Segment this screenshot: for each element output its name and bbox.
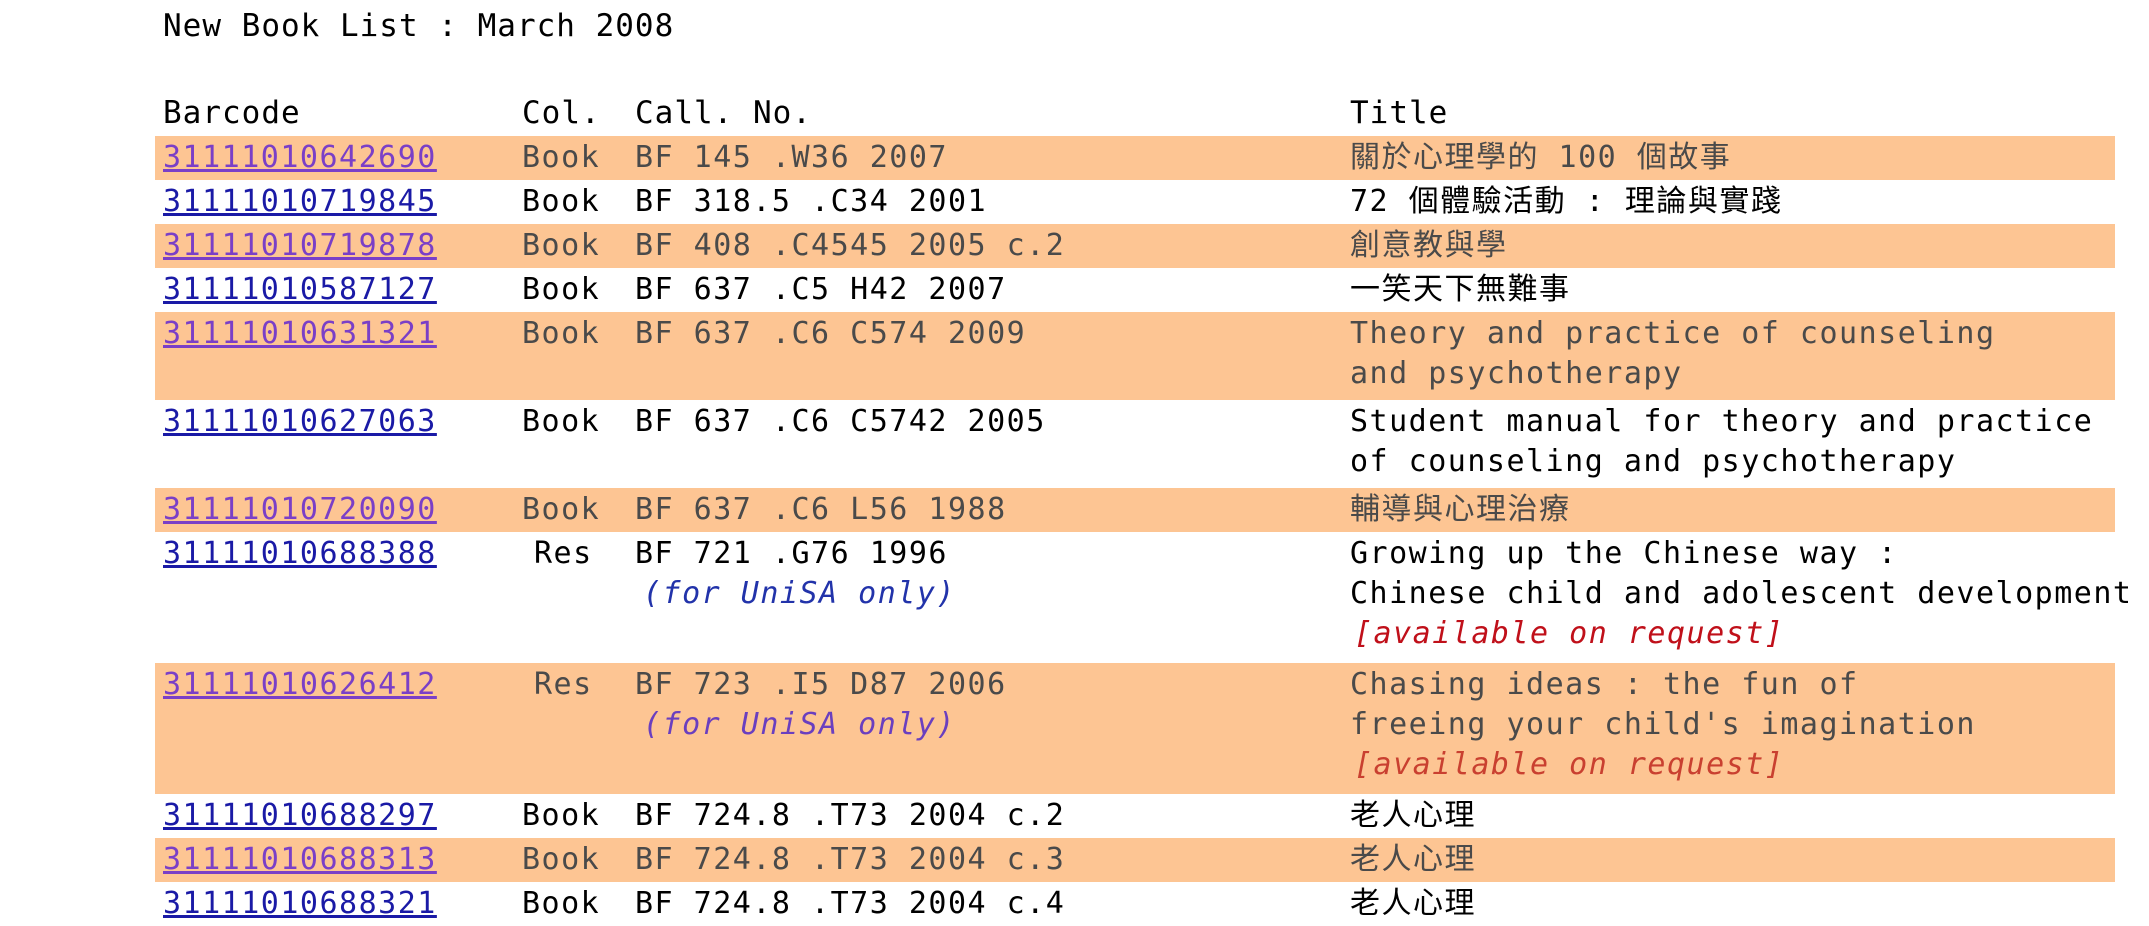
title-cell: 72 個體驗活動 : 理論與實踐 bbox=[1350, 182, 1782, 222]
table-header: Barcode Col. Call. No. Title bbox=[155, 92, 2115, 136]
collection-cell: Res bbox=[534, 536, 593, 571]
call-number-text: BF 721 .G76 1996 bbox=[635, 536, 948, 571]
barcode-link[interactable]: 31111010688297 bbox=[163, 798, 437, 833]
title-line: 輔導與心理治療 bbox=[1350, 492, 1571, 527]
available-on-request-note: [available on request] bbox=[1354, 747, 1785, 782]
header-collection: Col. bbox=[522, 95, 601, 131]
call-number-cell: BF 723 .I5 D87 2006 (for UniSA only) bbox=[635, 665, 1007, 745]
collection-cell: Book bbox=[522, 184, 601, 219]
call-number-cell: BF 721 .G76 1996 (for UniSA only) bbox=[635, 534, 956, 614]
title-line: Growing up the Chinese way : bbox=[1350, 536, 1898, 571]
collection-cell: Book bbox=[522, 492, 601, 527]
collection-cell: Book bbox=[522, 140, 601, 175]
barcode-link[interactable]: 31111010720090 bbox=[163, 492, 437, 527]
title-cell: Chasing ideas : the fun of freeing your … bbox=[1350, 665, 1976, 785]
barcode-link[interactable]: 31111010688313 bbox=[163, 842, 437, 877]
table-row: 31111010688321 Book BF 724.8 .T73 2004 c… bbox=[155, 882, 2115, 926]
barcode-link[interactable]: 31111010642690 bbox=[163, 140, 437, 175]
header-barcode: Barcode bbox=[163, 95, 301, 131]
title-cell: 一笑天下無難事 bbox=[1350, 270, 1571, 310]
collection-cell: Book bbox=[522, 228, 601, 263]
table-row: 31111010719878 Book BF 408 .C4545 2005 c… bbox=[155, 224, 2115, 268]
collection-cell: Res bbox=[534, 667, 593, 702]
call-number-cell: BF 637 .C6 C574 2009 bbox=[635, 316, 1027, 351]
table-row: 31111010626412 Res BF 723 .I5 D87 2006 (… bbox=[155, 663, 2115, 794]
title-cell: 創意教與學 bbox=[1350, 226, 1508, 266]
title-cell: 老人心理 bbox=[1350, 840, 1476, 880]
title-cell: 老人心理 bbox=[1350, 796, 1476, 836]
table-row: 31111010720090 Book BF 637 .C6 L56 1988 … bbox=[155, 488, 2115, 532]
barcode-link[interactable]: 31111010587127 bbox=[163, 272, 437, 307]
barcode-link[interactable]: 31111010688388 bbox=[163, 536, 437, 571]
barcode-link[interactable]: 31111010719845 bbox=[163, 184, 437, 219]
call-number-cell: BF 637 .C5 H42 2007 bbox=[635, 272, 1007, 307]
collection-cell: Book bbox=[522, 886, 601, 921]
table-row: 31111010587127 Book BF 637 .C5 H42 2007 … bbox=[155, 268, 2115, 312]
call-number-text: BF 723 .I5 D87 2006 bbox=[635, 667, 1007, 702]
barcode-link[interactable]: 31111010626412 bbox=[163, 667, 437, 702]
collection-cell: Book bbox=[522, 798, 601, 833]
title-cell: 輔導與心理治療 bbox=[1350, 490, 1571, 530]
collection-cell: Book bbox=[522, 316, 601, 351]
call-number-cell: BF 637 .C6 C5742 2005 bbox=[635, 404, 1046, 439]
header-title: Title bbox=[1350, 95, 1449, 131]
call-number-cell: BF 724.8 .T73 2004 c.4 bbox=[635, 886, 1066, 921]
title-cell: Theory and practice of counseling and ps… bbox=[1350, 314, 1996, 394]
table-row: 31111010631321 Book BF 637 .C6 C574 2009… bbox=[155, 312, 2115, 400]
collection-cell: Book bbox=[522, 272, 601, 307]
unisa-only-note: (for UniSA only) bbox=[643, 576, 956, 611]
title-line: 老人心理 bbox=[1350, 886, 1476, 921]
barcode-link[interactable]: 31111010719878 bbox=[163, 228, 437, 263]
table-row: 31111010627063 Book BF 637 .C6 C5742 200… bbox=[155, 400, 2115, 488]
title-line: 老人心理 bbox=[1350, 842, 1476, 877]
barcode-link[interactable]: 31111010627063 bbox=[163, 404, 437, 439]
table-row: 31111010642690 Book BF 145 .W36 2007 關於心… bbox=[155, 136, 2115, 180]
barcode-link[interactable]: 31111010688321 bbox=[163, 886, 437, 921]
page-title: New Book List : March 2008 bbox=[163, 8, 675, 44]
unisa-only-note: (for UniSA only) bbox=[643, 707, 956, 742]
call-number-cell: BF 408 .C4545 2005 c.2 bbox=[635, 228, 1066, 263]
title-line: 關於心理學的 100 個故事 bbox=[1350, 140, 1732, 175]
call-number-cell: BF 145 .W36 2007 bbox=[635, 140, 948, 175]
call-number-cell: BF 637 .C6 L56 1988 bbox=[635, 492, 1007, 527]
table-row: 31111010719845 Book BF 318.5 .C34 2001 7… bbox=[155, 180, 2115, 224]
title-line: 老人心理 bbox=[1350, 798, 1476, 833]
title-line: and psychotherapy bbox=[1350, 356, 1683, 391]
available-on-request-note: [available on request] bbox=[1354, 616, 1785, 651]
header-call-number: Call. No. bbox=[635, 95, 812, 131]
title-line: Student manual for theory and practice bbox=[1350, 404, 2094, 439]
title-line: 一笑天下無難事 bbox=[1350, 272, 1571, 307]
title-line: Theory and practice of counseling bbox=[1350, 316, 1996, 351]
title-line: freeing your child's imagination bbox=[1350, 707, 1976, 742]
book-list-table: Barcode Col. Call. No. Title 31111010642… bbox=[155, 92, 2131, 926]
title-cell: 老人心理 bbox=[1350, 884, 1476, 924]
table-row: 31111010688297 Book BF 724.8 .T73 2004 c… bbox=[155, 794, 2115, 838]
barcode-link[interactable]: 31111010631321 bbox=[163, 316, 437, 351]
call-number-cell: BF 724.8 .T73 2004 c.2 bbox=[635, 798, 1066, 833]
title-cell: 關於心理學的 100 個故事 bbox=[1350, 138, 1731, 178]
call-number-cell: BF 318.5 .C34 2001 bbox=[635, 184, 988, 219]
call-number-cell: BF 724.8 .T73 2004 c.3 bbox=[635, 842, 1066, 877]
title-line: 創意教與學 bbox=[1350, 228, 1508, 263]
table-row: 31111010688313 Book BF 724.8 .T73 2004 c… bbox=[155, 838, 2115, 882]
collection-cell: Book bbox=[522, 404, 601, 439]
title-line: 72 個體驗活動 : 理論與實踐 bbox=[1350, 184, 1783, 219]
collection-cell: Book bbox=[522, 842, 601, 877]
title-line: of counseling and psychotherapy bbox=[1350, 444, 1957, 479]
table-row: 31111010688388 Res BF 721 .G76 1996 (for… bbox=[155, 532, 2131, 663]
title-cell: Student manual for theory and practice o… bbox=[1350, 402, 2093, 482]
title-line: Chinese child and adolescent development bbox=[1350, 576, 2133, 611]
title-cell: Growing up the Chinese way : Chinese chi… bbox=[1350, 534, 2132, 654]
title-line: Chasing ideas : the fun of bbox=[1350, 667, 1859, 702]
